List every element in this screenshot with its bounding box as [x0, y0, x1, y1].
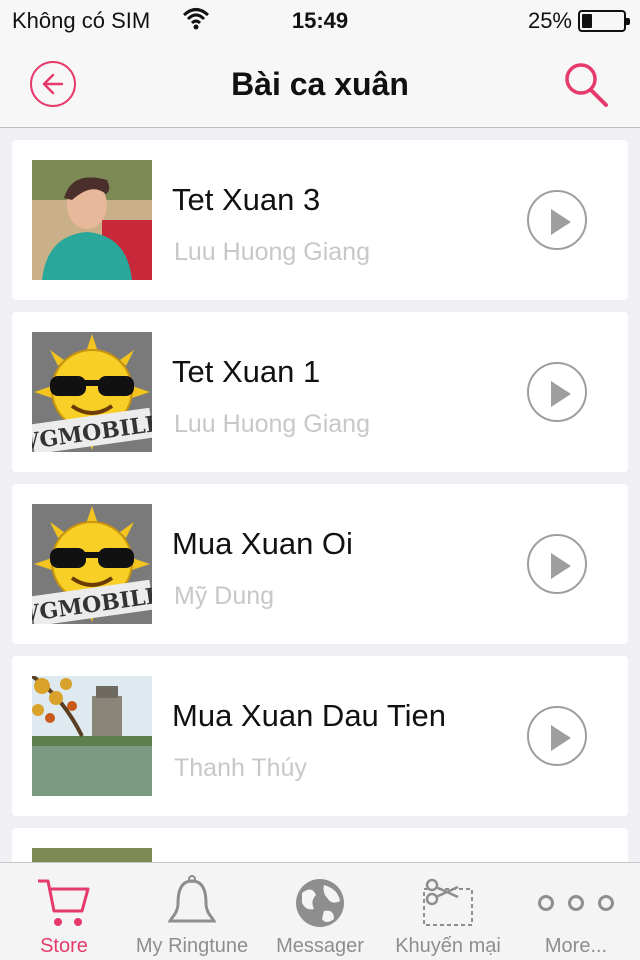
song-thumbnail: VGMOBILE [32, 504, 152, 624]
tab-bar: Store My Ringtune Messager Khuyến mại Mo… [0, 862, 640, 960]
tab-messager[interactable]: Messager [256, 863, 384, 960]
song-thumbnail [32, 848, 152, 862]
song-artist: Thanh Thúy [174, 754, 307, 782]
song-title: Tet Xuan 3 [172, 182, 321, 217]
tab-label: Messager [276, 935, 364, 957]
play-button[interactable] [527, 362, 587, 422]
battery-level [582, 14, 592, 28]
song-title: Tet Xuan 1 [172, 354, 321, 389]
scissors-icon [418, 875, 478, 931]
song-list[interactable]: Tet Xuan 3 Luu Huong Giang VGMOBILE Tet X… [0, 128, 640, 862]
bell-icon [162, 875, 222, 931]
play-button[interactable] [527, 706, 587, 766]
nav-bar: Bài ca xuân [0, 40, 640, 128]
play-triangle-icon [551, 209, 571, 235]
play-button[interactable] [527, 534, 587, 594]
song-title: Mua Xuan Dau Tien [172, 698, 447, 733]
play-triangle-icon [551, 553, 571, 579]
search-icon[interactable] [562, 60, 610, 108]
tab-label: My Ringtune [135, 935, 249, 957]
page-title: Bài ca xuân [231, 66, 409, 102]
song-title: Mua Xuan Oi [172, 526, 353, 561]
song-card[interactable] [12, 828, 628, 862]
cart-icon [34, 875, 94, 931]
song-thumbnail: VGMOBILE [32, 332, 152, 452]
song-card[interactable]: Tet Xuan 3 Luu Huong Giang [12, 140, 628, 300]
song-card[interactable]: VGMOBILE Mua Xuan Oi Mỹ Dung [12, 484, 628, 644]
tab-label: Khuyến mại [395, 935, 501, 957]
song-thumbnail [32, 160, 152, 280]
globe-icon [290, 875, 350, 931]
song-card[interactable]: Mua Xuan Dau Tien Thanh Thúy [12, 656, 628, 816]
song-thumbnail [32, 676, 152, 796]
battery-percent: 25% [527, 8, 572, 33]
song-card[interactable]: VGMOBILE Tet Xuan 1 Luu Huong Giang [12, 312, 628, 472]
tab-label: Store [40, 935, 88, 957]
play-button[interactable] [527, 190, 587, 250]
tab-label: More... [544, 935, 608, 957]
song-artist: Luu Huong Giang [174, 410, 370, 438]
play-triangle-icon [551, 725, 571, 751]
battery-icon [578, 10, 630, 32]
tab-more[interactable]: More... [512, 863, 640, 960]
status-bar: Không có SIM 15:49 25% [0, 0, 640, 40]
tab-my-ringtune[interactable]: My Ringtune [128, 863, 256, 960]
more-dots-icon [538, 875, 614, 931]
song-artist: Mỹ Dung [174, 582, 275, 610]
tab-khuy-n-m-i[interactable]: Khuyến mại [384, 863, 512, 960]
tab-store[interactable]: Store [0, 863, 128, 960]
song-artist: Luu Huong Giang [174, 238, 370, 266]
play-triangle-icon [551, 381, 571, 407]
